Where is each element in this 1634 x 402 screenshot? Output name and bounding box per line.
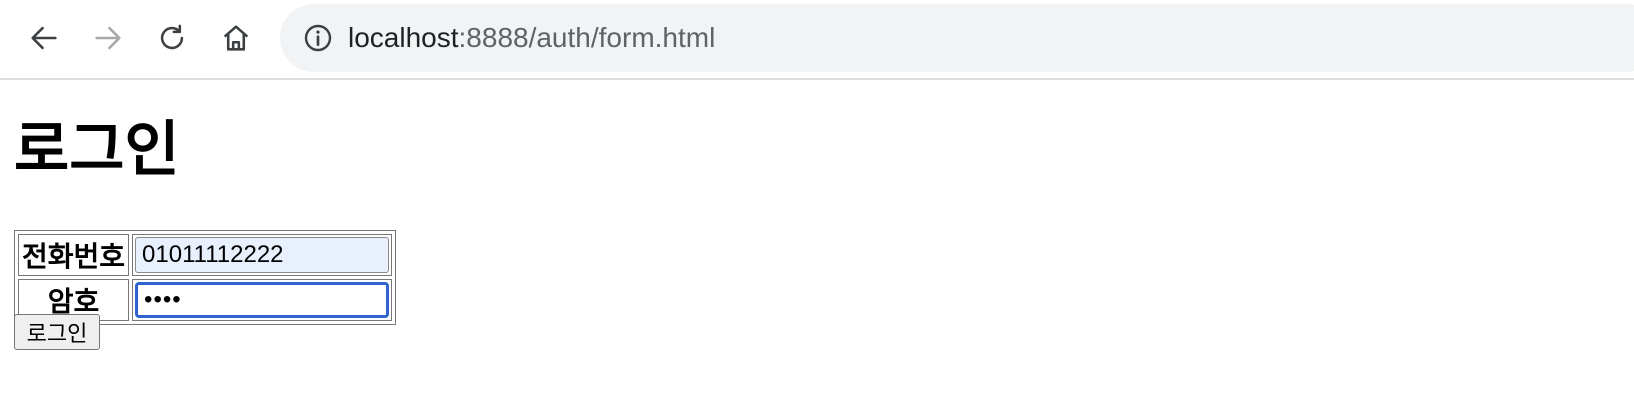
forward-arrow-icon (95, 26, 121, 50)
back-button[interactable] (22, 18, 66, 58)
phone-cell (132, 234, 393, 276)
phone-row: 전화번호 (18, 234, 393, 276)
url-text[interactable]: localhost:8888/auth/form.html (348, 18, 715, 58)
phone-label: 전화번호 (18, 234, 130, 276)
phone-input[interactable] (135, 237, 390, 273)
home-icon (223, 25, 249, 51)
url-path: :8888/auth/form.html (458, 22, 716, 53)
info-icon[interactable] (302, 22, 334, 54)
password-input[interactable] (135, 282, 390, 318)
login-submit-button[interactable]: 로그인 (14, 314, 100, 350)
page-content: 로그인 전화번호 암호 로그인 (14, 80, 1614, 402)
password-cell (132, 279, 393, 321)
login-form-table: 전화번호 암호 (14, 230, 397, 325)
forward-button[interactable] (86, 18, 130, 58)
url-host: localhost (348, 22, 459, 53)
address-bar[interactable]: localhost:8888/auth/form.html (280, 4, 1634, 72)
reload-icon (160, 24, 184, 50)
home-button[interactable] (214, 18, 258, 58)
reload-button[interactable] (150, 18, 194, 58)
page-title: 로그인 (14, 115, 180, 185)
browser-toolbar: localhost:8888/auth/form.html (0, 0, 1634, 80)
back-arrow-icon (31, 26, 57, 50)
